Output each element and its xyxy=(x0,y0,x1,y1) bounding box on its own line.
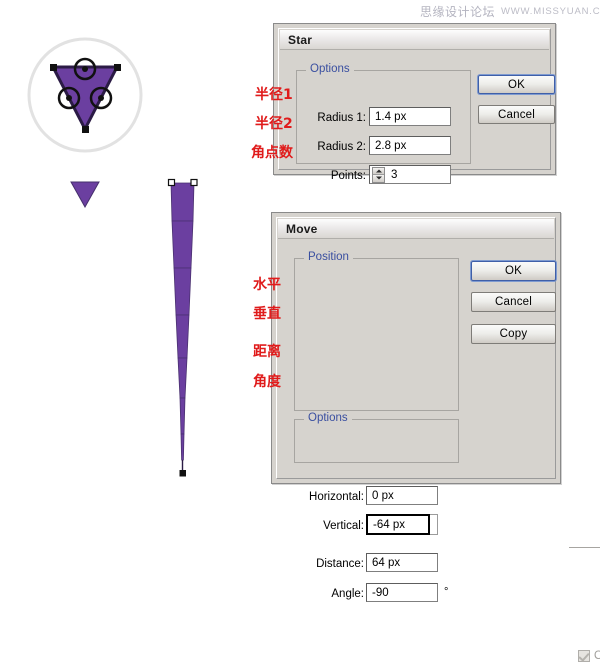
move-cancel-button[interactable]: Cancel xyxy=(471,292,556,312)
preview-svg xyxy=(27,37,143,153)
annotation-horizontal: 水平 xyxy=(253,277,281,293)
anchor-handle-top-right xyxy=(190,178,198,187)
star-dialog: Star Options Radius 1: 1.4 px Radius 2: … xyxy=(273,23,556,184)
triangle-preview-thumbnail xyxy=(26,36,144,154)
angle-value: -90 xyxy=(372,586,389,599)
move-cancel-label: Cancel xyxy=(495,296,532,308)
horizontal-input[interactable]: 0 px xyxy=(366,486,438,505)
star-ok-label: OK xyxy=(507,78,525,91)
star-dialog-title: Star xyxy=(288,32,313,47)
points-spinner-buttons[interactable] xyxy=(372,166,385,183)
radius1-label: Radius 1: xyxy=(317,112,366,124)
move-options-legend: Options xyxy=(304,412,352,424)
star-cancel-button[interactable]: Cancel xyxy=(478,105,555,124)
watermark-url-text: WWW.MISSYUAN.COM xyxy=(501,5,600,17)
horizontal-label: Horizontal: xyxy=(309,491,364,503)
move-ok-button[interactable]: OK xyxy=(471,261,556,281)
angle-input[interactable]: -90 xyxy=(366,583,438,602)
annotation-radius2: 半径2 xyxy=(255,116,293,132)
annotation-angle: 角度 xyxy=(253,374,281,390)
angle-label: Angle: xyxy=(331,588,364,600)
annotation-vertical: 垂直 xyxy=(253,306,281,322)
move-copy-button[interactable]: Copy xyxy=(471,324,556,344)
move-position-group: Position xyxy=(294,251,459,411)
degree-symbol: ° xyxy=(444,586,449,598)
star-options-legend: Options xyxy=(306,63,354,75)
small-triangle-svg xyxy=(70,181,100,209)
points-value: 3 xyxy=(391,168,398,181)
objects-checkbox-row: Objects xyxy=(578,650,600,662)
distance-label: Distance: xyxy=(316,558,364,570)
star-cancel-label: Cancel xyxy=(498,108,535,121)
points-label: Points: xyxy=(330,170,366,182)
radius2-value: 2.8 px xyxy=(375,139,407,152)
distance-value: 64 px xyxy=(372,556,401,569)
star-ok-button[interactable]: OK xyxy=(478,75,555,94)
move-options-group: Options xyxy=(294,412,459,463)
small-purple-triangle xyxy=(70,180,100,209)
move-dialog: Move Position Horizontal: 0 px Vertical:… xyxy=(271,212,600,662)
spike-svg xyxy=(167,178,198,477)
move-dialog-title: Move xyxy=(286,221,318,236)
vertical-value: -64 px xyxy=(373,518,405,531)
star-dialog-titlebar[interactable]: Star xyxy=(280,30,549,50)
anchor-handle-bottom xyxy=(179,470,186,477)
move-dialog-titlebar[interactable]: Move xyxy=(278,219,554,239)
tapered-purple-spike xyxy=(150,176,220,486)
move-copy-label: Copy xyxy=(499,328,528,340)
annotation-radius1: 半径1 xyxy=(255,87,293,103)
chevron-down-icon[interactable] xyxy=(373,175,384,182)
radius1-input[interactable]: 1.4 px xyxy=(369,107,451,126)
position-separator xyxy=(569,547,600,548)
chevron-up-icon[interactable] xyxy=(373,167,384,175)
watermark: 思缘设计论坛 WWW.MISSYUAN.COM xyxy=(420,2,600,20)
objects-checkbox xyxy=(578,650,590,662)
move-position-legend: Position xyxy=(304,251,353,263)
annotation-points: 角点数 xyxy=(251,145,293,161)
radius1-value: 1.4 px xyxy=(375,110,407,123)
points-stepper[interactable]: 3 xyxy=(369,165,451,184)
radius2-label: Radius 2: xyxy=(317,141,366,153)
vertical-input[interactable]: -64 px xyxy=(366,514,430,535)
objects-label: Objects xyxy=(594,650,600,662)
radius2-input[interactable]: 2.8 px xyxy=(369,136,451,155)
distance-input[interactable]: 64 px xyxy=(366,553,438,572)
annotation-distance: 距离 xyxy=(253,344,281,360)
move-ok-label: OK xyxy=(504,265,522,277)
anchor-handle-top-left xyxy=(167,178,176,187)
vertical-label: Vertical: xyxy=(323,520,364,532)
watermark-chinese-text: 思缘设计论坛 xyxy=(420,4,496,19)
